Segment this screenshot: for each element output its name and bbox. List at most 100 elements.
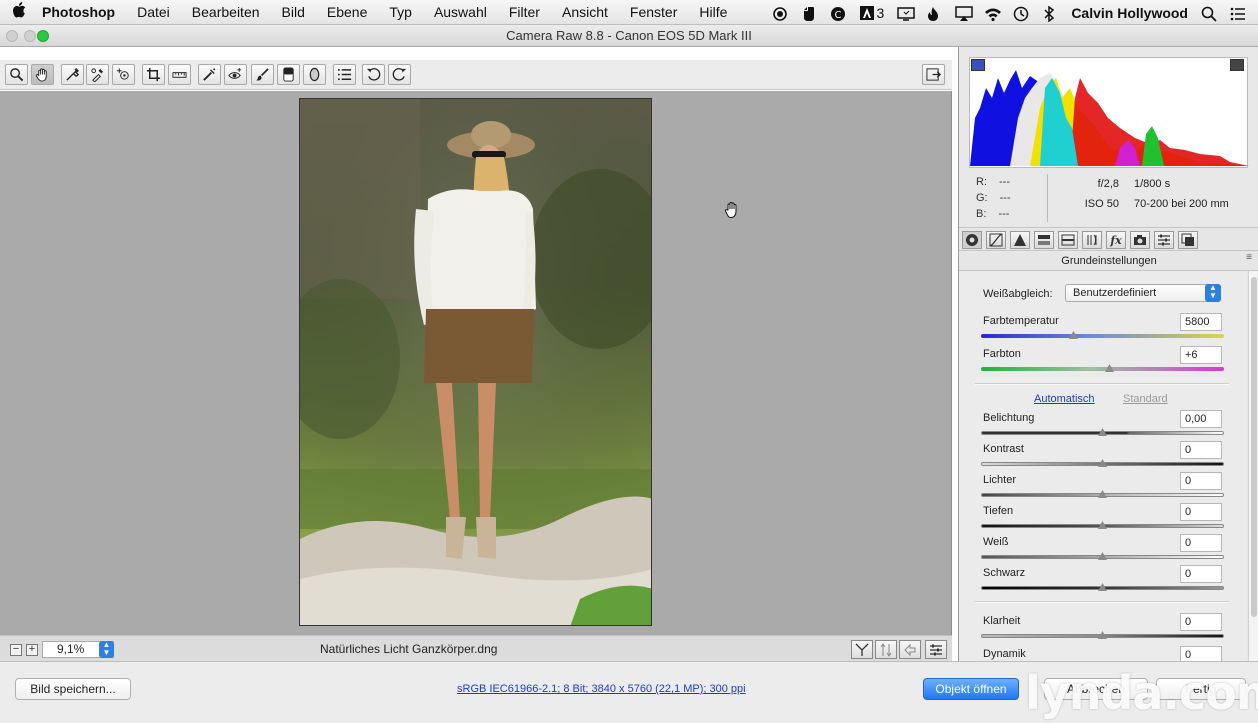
blacks-label: Schwarz	[983, 567, 1026, 579]
minimize-window-button[interactable]	[24, 30, 36, 42]
workflow-options-link[interactable]: sRGB IEC61966-2.1; 8 Bit; 3840 x 5760 (2…	[457, 683, 746, 695]
tab-camera-calibration[interactable]	[1130, 231, 1150, 249]
tint-input[interactable]: +6	[1180, 346, 1222, 364]
before-after-toggle-button[interactable]	[851, 640, 873, 659]
rotate-right-icon	[392, 68, 407, 81]
copy-settings-button[interactable]	[899, 640, 921, 659]
zoom-in-button[interactable]: +	[26, 644, 38, 656]
zoom-tool-button[interactable]	[5, 64, 28, 85]
screen-icon[interactable]	[897, 6, 916, 21]
camera-icon	[1134, 235, 1146, 245]
whites-label: Weiß	[983, 536, 1009, 548]
menu-filter[interactable]: Filter	[509, 4, 540, 20]
white-balance-tool-button[interactable]	[61, 64, 84, 85]
open-object-button[interactable]: Objekt öffnen	[923, 678, 1019, 700]
highlight-clipping-warning-icon[interactable]	[1230, 59, 1244, 71]
adobe-cc-icon[interactable]: 3	[859, 5, 884, 21]
wifi-icon[interactable]	[984, 6, 1002, 21]
tab-basic[interactable]	[962, 231, 982, 249]
menu-datei[interactable]: Datei	[137, 4, 170, 20]
hand-tool-button[interactable]	[31, 64, 54, 85]
zoom-stepper-icon[interactable]: ▲ ▼	[99, 641, 114, 658]
user-name[interactable]: Calvin Hollywood	[1071, 5, 1188, 21]
zoom-window-button[interactable]	[37, 30, 49, 42]
contrast-label: Kontrast	[983, 443, 1024, 455]
scrollbar-thumb[interactable]	[1251, 277, 1257, 617]
white-balance-select[interactable]: Benutzerdefiniert ▲ ▼	[1065, 284, 1221, 302]
temperature-slider[interactable]	[981, 334, 1224, 338]
flame-icon[interactable]	[926, 6, 942, 21]
tab-hsl[interactable]	[1034, 231, 1054, 249]
swap-icon	[880, 642, 892, 657]
time-machine-icon[interactable]	[1013, 6, 1029, 21]
tint-slider[interactable]	[981, 367, 1224, 371]
graduated-filter-button[interactable]	[277, 64, 300, 85]
menu-bild[interactable]: Bild	[282, 4, 305, 20]
temperature-input[interactable]: 5800	[1180, 313, 1222, 331]
rotate-left-button[interactable]	[362, 64, 385, 85]
lynda-watermark: lynda.com	[1025, 666, 1258, 720]
tab-lens-corrections[interactable]	[1082, 231, 1102, 249]
panel-scrollbar[interactable]	[1248, 271, 1258, 661]
fullscreen-toggle-button[interactable]	[922, 64, 945, 85]
tab-split-toning[interactable]	[1058, 231, 1078, 249]
white-balance-label: Weißabgleich:	[983, 288, 1053, 300]
photo-image	[300, 99, 651, 625]
save-image-button[interactable]: Bild speichern...	[15, 678, 131, 700]
menu-ansicht[interactable]: Ansicht	[562, 4, 608, 20]
airplay-icon[interactable]	[955, 5, 974, 21]
auto-link[interactable]: Automatisch	[1034, 393, 1095, 405]
red-eye-removal-button[interactable]	[224, 64, 247, 85]
bluetooth-icon[interactable]	[1042, 5, 1058, 22]
apple-menu-icon[interactable]	[12, 2, 28, 22]
snapshots-icon	[1181, 233, 1194, 246]
evernote-icon[interactable]	[801, 6, 817, 21]
menu-hilfe[interactable]: Hilfe	[699, 4, 727, 20]
record-icon[interactable]	[772, 6, 788, 21]
photo-preview[interactable]	[299, 98, 652, 626]
straighten-tool-button[interactable]	[168, 64, 191, 85]
close-window-button[interactable]	[6, 30, 18, 42]
adjustment-brush-button[interactable]	[251, 64, 274, 85]
crop-tool-button[interactable]	[142, 64, 165, 85]
exposure-input[interactable]: 0,00	[1180, 410, 1222, 428]
tab-tone-curve[interactable]	[986, 231, 1006, 249]
detail-icon	[1014, 234, 1026, 246]
blacks-input[interactable]: 0	[1180, 565, 1222, 583]
shadow-clipping-warning-icon[interactable]	[971, 59, 985, 71]
section-divider	[975, 601, 1229, 603]
toggle-settings-button[interactable]	[925, 640, 947, 659]
tab-presets[interactable]	[1154, 231, 1174, 249]
default-link[interactable]: Standard	[1123, 393, 1168, 405]
swap-settings-button[interactable]	[875, 640, 897, 659]
menu-auswahl[interactable]: Auswahl	[434, 4, 487, 20]
panel-menu-icon[interactable]: ≡	[1246, 252, 1252, 263]
clarity-input[interactable]: 0	[1180, 613, 1222, 631]
highlights-input[interactable]: 0	[1180, 472, 1222, 490]
spotlight-search-icon[interactable]	[1201, 6, 1217, 22]
color-sampler-tool-button[interactable]	[86, 64, 109, 85]
tab-effects[interactable]: fx	[1106, 231, 1126, 249]
menu-app-photoshop[interactable]: Photoshop	[42, 4, 115, 20]
white-balance-value: Benutzerdefiniert	[1073, 287, 1157, 299]
radial-filter-button[interactable]	[303, 64, 326, 85]
tab-detail[interactable]	[1010, 231, 1030, 249]
menu-typ[interactable]: Typ	[389, 4, 412, 20]
tab-snapshots[interactable]	[1178, 231, 1198, 249]
menu-fenster[interactable]: Fenster	[630, 4, 677, 20]
section-title: Grundeinstellungen	[959, 251, 1258, 271]
zoom-level-select[interactable]: 9,1% ▲ ▼	[42, 641, 114, 658]
zoom-out-button[interactable]: −	[10, 644, 22, 656]
menu-ebene[interactable]: Ebene	[327, 4, 367, 20]
copyright-icon[interactable]: C	[830, 6, 846, 21]
menu-bearbeiten[interactable]: Bearbeiten	[192, 4, 260, 20]
whites-input[interactable]: 0	[1180, 534, 1222, 552]
rotate-right-button[interactable]	[388, 64, 411, 85]
targeted-adjustment-tool-button[interactable]	[112, 64, 135, 85]
preferences-button[interactable]	[333, 64, 356, 85]
contrast-input[interactable]: 0	[1180, 441, 1222, 459]
spot-removal-tool-button[interactable]	[198, 64, 221, 85]
shadows-input[interactable]: 0	[1180, 503, 1222, 521]
image-preview-area[interactable]	[0, 91, 952, 635]
notification-center-icon[interactable]	[1230, 6, 1246, 20]
